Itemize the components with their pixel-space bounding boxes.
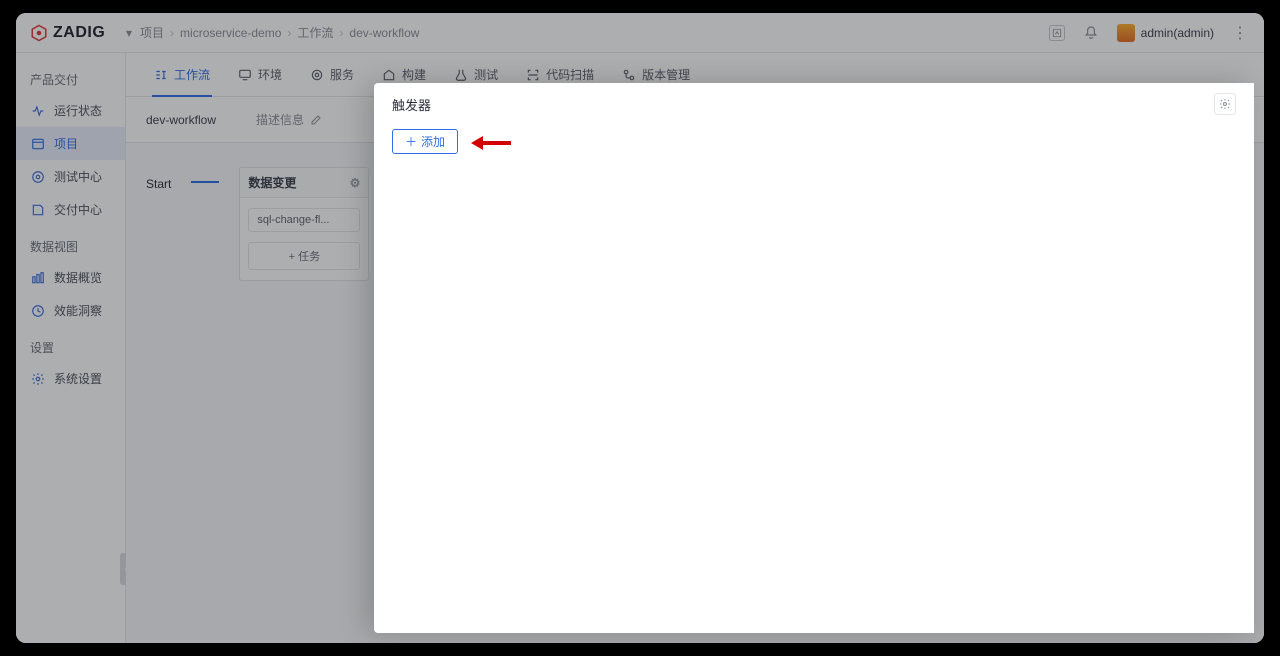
- gear-icon: [1219, 98, 1231, 110]
- add-trigger-label: 添加: [421, 133, 445, 150]
- drawer-title: 触发器: [392, 95, 431, 114]
- add-trigger-button[interactable]: ＋ 添加: [392, 129, 458, 154]
- drawer-header: 触发器: [374, 83, 1254, 125]
- drawer-body: ＋ 添加: [374, 125, 1254, 172]
- plus-icon: ＋: [405, 133, 417, 150]
- app-window: ZADIG ▾ 项目 › microservice-demo › 工作流 › d…: [16, 13, 1264, 643]
- drawer-settings-button[interactable]: [1214, 93, 1236, 115]
- trigger-drawer: 触发器 ＋ 添加: [374, 83, 1254, 633]
